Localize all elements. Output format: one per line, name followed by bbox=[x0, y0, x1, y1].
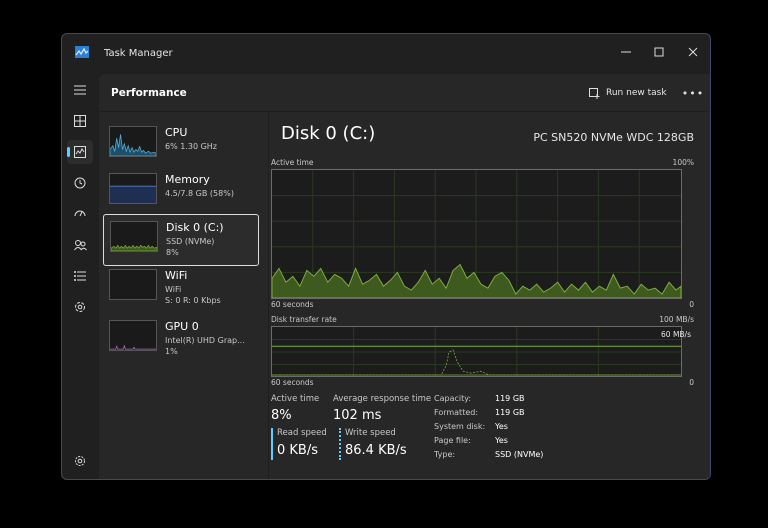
details-icon bbox=[74, 271, 86, 281]
maximize-button[interactable] bbox=[642, 40, 676, 64]
run-new-task-label: Run new task bbox=[606, 88, 667, 98]
resource-list: CPU 6% 1.30 GHz Memory 4.5/7.8 GB (58%) … bbox=[99, 112, 269, 479]
disk-model: PC SN520 NVMe WDC 128GB bbox=[533, 131, 694, 144]
settings-icon bbox=[75, 456, 85, 466]
more-options-button[interactable]: ••• bbox=[682, 82, 704, 104]
resource-cpu[interactable]: CPU 6% 1.30 GHz bbox=[103, 120, 259, 172]
services-icon bbox=[75, 302, 85, 312]
property-value: SSD (NVMe) bbox=[495, 450, 544, 459]
write-speed-label: Write speed bbox=[345, 428, 396, 438]
nav-services[interactable] bbox=[67, 295, 93, 319]
nav-settings[interactable] bbox=[67, 449, 93, 473]
property-key: Type: bbox=[434, 450, 456, 459]
page-header: Performance Run new task ••• bbox=[99, 74, 710, 112]
resource-name: CPU bbox=[165, 126, 188, 139]
avg-response-value: 102 ms bbox=[333, 408, 382, 423]
write-speed-value: 86.4 KB/s bbox=[345, 443, 407, 458]
avg-response-label: Average response time bbox=[333, 394, 432, 404]
resource-detail: 6% 1.30 GHz bbox=[165, 142, 218, 151]
main-panel: Performance Run new task ••• CPU 6% 1.30… bbox=[99, 74, 710, 479]
memory-thumbnail-graph bbox=[109, 173, 157, 204]
nav-app-history[interactable] bbox=[67, 171, 93, 195]
disk-detail-panel: Disk 0 (C:) PC SN520 NVMe WDC 128GB Acti… bbox=[270, 112, 710, 479]
resource-usage: 1% bbox=[165, 347, 178, 356]
title-bar: Task Manager bbox=[62, 34, 710, 72]
resource-usage: S: 0 R: 0 Kbps bbox=[165, 296, 221, 305]
resource-detail: WiFi bbox=[165, 285, 182, 294]
active-time-graph bbox=[271, 169, 682, 299]
transfer-graph-reference: 60 MB/s bbox=[661, 330, 691, 339]
cpu-thumbnail-graph bbox=[109, 126, 157, 157]
active-time-graph-min: 0 bbox=[689, 300, 694, 309]
nav-details[interactable] bbox=[67, 264, 93, 288]
maximize-icon bbox=[654, 47, 664, 57]
page-title: Performance bbox=[111, 87, 187, 99]
resource-wifi[interactable]: WiFi WiFi S: 0 R: 0 Kbps bbox=[103, 263, 259, 315]
active-time-stat-value: 8% bbox=[271, 408, 292, 423]
property-value: Yes bbox=[495, 436, 508, 445]
hamburger-menu-button[interactable] bbox=[67, 78, 93, 102]
property-value: 119 GB bbox=[495, 394, 525, 403]
task-manager-app-icon bbox=[75, 46, 89, 58]
nav-processes[interactable] bbox=[67, 109, 93, 133]
disk-thumbnail-graph bbox=[110, 221, 158, 252]
resource-name: WiFi bbox=[165, 269, 188, 282]
resource-name: Memory bbox=[165, 173, 210, 186]
property-value: 119 GB bbox=[495, 408, 525, 417]
disk-properties: Capacity: 119 GB Formatted: 119 GB Syste… bbox=[434, 394, 634, 469]
nav-performance[interactable] bbox=[67, 140, 93, 164]
property-key: System disk: bbox=[434, 422, 486, 431]
hamburger-icon bbox=[74, 85, 86, 95]
transfer-graph-min: 0 bbox=[689, 378, 694, 387]
transfer-graph-label: Disk transfer rate bbox=[271, 315, 337, 324]
property-key: Page file: bbox=[434, 436, 471, 445]
active-time-graph-label: Active time bbox=[271, 158, 314, 167]
resource-usage: 8% bbox=[166, 248, 179, 257]
read-speed-value: 0 KB/s bbox=[277, 443, 318, 458]
resource-disk-0[interactable]: Disk 0 (C:) SSD (NVMe) 8% bbox=[103, 214, 259, 266]
resource-gpu-0[interactable]: GPU 0 Intel(R) UHD Grap... 1% bbox=[103, 314, 259, 366]
resource-detail: SSD (NVMe) bbox=[166, 237, 215, 246]
resource-detail: 4.5/7.8 GB (58%) bbox=[165, 189, 234, 198]
close-icon bbox=[688, 47, 698, 57]
resource-memory[interactable]: Memory 4.5/7.8 GB (58%) bbox=[103, 167, 259, 219]
resource-detail: Intel(R) UHD Grap... bbox=[165, 336, 245, 345]
write-speed-indicator bbox=[339, 428, 341, 460]
transfer-graph-duration: 60 seconds bbox=[271, 378, 314, 387]
transfer-graph-max: 100 MB/s bbox=[659, 315, 694, 324]
window-title: Task Manager bbox=[104, 48, 173, 59]
active-time-graph-duration: 60 seconds bbox=[271, 300, 314, 309]
startup-apps-icon bbox=[74, 210, 86, 217]
read-speed-indicator bbox=[271, 428, 273, 460]
wifi-thumbnail-graph bbox=[109, 269, 157, 300]
performance-icon bbox=[74, 146, 86, 158]
property-key: Formatted: bbox=[434, 408, 479, 417]
active-time-stat-label: Active time bbox=[271, 394, 320, 404]
resource-name: Disk 0 (C:) bbox=[166, 221, 224, 234]
nav-users[interactable] bbox=[67, 233, 93, 257]
disk-title: Disk 0 (C:) bbox=[281, 123, 376, 144]
close-button[interactable] bbox=[676, 40, 710, 64]
gpu-thumbnail-graph bbox=[109, 320, 157, 351]
run-new-task-button[interactable]: Run new task bbox=[589, 82, 667, 104]
transfer-rate-graph bbox=[271, 326, 682, 377]
nav-rail bbox=[62, 72, 98, 479]
more-icon: ••• bbox=[681, 86, 705, 100]
users-icon bbox=[73, 240, 87, 251]
property-key: Capacity: bbox=[434, 394, 472, 403]
active-time-graph-max: 100% bbox=[672, 158, 694, 167]
minimize-button[interactable] bbox=[609, 40, 643, 64]
processes-icon bbox=[74, 115, 86, 127]
run-task-icon bbox=[589, 87, 600, 99]
app-history-icon bbox=[74, 177, 86, 189]
resource-name: GPU 0 bbox=[165, 320, 199, 333]
task-manager-window: Task Manager Performance Run new task ••… bbox=[61, 33, 711, 480]
minimize-icon bbox=[621, 51, 631, 53]
property-value: Yes bbox=[495, 422, 508, 431]
nav-startup-apps[interactable] bbox=[67, 202, 93, 226]
read-speed-label: Read speed bbox=[277, 428, 327, 438]
